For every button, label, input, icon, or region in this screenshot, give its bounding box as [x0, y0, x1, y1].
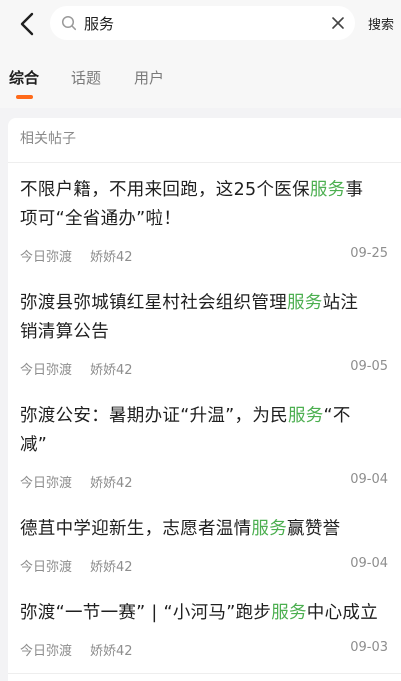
post-title-line: 弥渡“一节一赛” | “小河马”跑步服务中心成立	[20, 599, 390, 628]
post-title-text: 项可“全省通办”啦！	[20, 209, 182, 229]
close-icon[interactable]	[330, 15, 346, 31]
post-title-text: 事	[345, 180, 364, 200]
post-title-text: 弥渡“一节一赛” | “小河马”跑步	[20, 603, 272, 623]
post-title-line: 项可“全省通办”啦！	[20, 205, 390, 234]
post-title-line: 弥渡县弥城镇红星村社会组织管理服务站注	[20, 289, 390, 318]
post-title-text: 站注	[322, 293, 359, 313]
search-icon	[61, 15, 77, 31]
section-title: 相关帖子	[20, 131, 76, 147]
post-title-text: 弥渡公安：暑期办证“升温”，为民	[20, 406, 288, 426]
search-box[interactable]	[50, 6, 355, 40]
post-author: 娇娇42	[90, 560, 133, 575]
post-date: 09-25	[350, 246, 388, 261]
post-author: 娇娇42	[90, 250, 133, 265]
post-title-text: 赢赞誉	[287, 519, 341, 539]
post-title-text: 不限户籍，不用来回跑，这25个医保	[20, 180, 310, 200]
divider	[8, 673, 401, 674]
post-title-line: 不限户籍，不用来回跑，这25个医保服务事	[20, 176, 390, 205]
search-button[interactable]: 搜索	[368, 14, 394, 33]
keyword-highlight: 服务	[251, 519, 288, 539]
divider	[8, 162, 401, 163]
keyword-highlight: 服务	[287, 293, 323, 313]
post-title-text: 减”	[20, 435, 48, 455]
keyword-highlight: 服务	[309, 180, 346, 200]
post-author: 娇娇42	[90, 644, 133, 659]
post-date: 09-04	[350, 556, 388, 571]
post-author: 娇娇42	[90, 476, 133, 491]
active-tab-indicator	[16, 95, 33, 99]
post-title-line: 减”	[20, 431, 390, 460]
post-source: 今日弥渡	[20, 644, 73, 659]
post-source: 今日弥渡	[20, 560, 73, 575]
post-date: 09-03	[350, 640, 388, 655]
post-source: 今日弥渡	[20, 363, 73, 378]
search-input[interactable]	[84, 11, 314, 35]
tab-comprehensive[interactable]: 综合	[9, 67, 39, 88]
post-title-line: 弥渡公安：暑期办证“升温”，为民服务“不	[20, 402, 390, 431]
post-title-line: 德苴中学迎新生，志愿者温情服务赢赞誉	[20, 515, 390, 544]
post-title-text: 德苴中学迎新生，志愿者温情	[20, 519, 252, 539]
tab-users[interactable]: 用户	[134, 67, 164, 88]
post-source: 今日弥渡	[20, 250, 73, 265]
post-title-line: 销清算公告	[20, 318, 390, 347]
back-button[interactable]	[14, 10, 42, 38]
keyword-highlight: 服务	[271, 603, 307, 623]
post-title-text: 销清算公告	[20, 322, 109, 342]
post-date: 09-05	[350, 359, 388, 374]
results-card: 相关帖子 不限户籍，不用来回跑，这25个医保服务事 项可“全省通办”啦！ 今日弥渡娇…	[8, 118, 401, 681]
post-date: 09-04	[350, 472, 388, 487]
post-title-text: 中心成立	[306, 603, 378, 623]
search-header: 搜索	[0, 0, 401, 48]
keyword-highlight: 服务	[287, 406, 324, 426]
post-author: 娇娇42	[90, 363, 133, 378]
post-source: 今日弥渡	[20, 476, 73, 491]
tab-topics[interactable]: 话题	[71, 67, 101, 88]
chevron-left-icon	[20, 12, 34, 36]
tab-bar: 综合 话题 用户	[0, 48, 401, 108]
post-title-text: “不	[323, 406, 351, 426]
post-title-text: 弥渡县弥城镇红星村社会组织管理	[20, 293, 287, 313]
